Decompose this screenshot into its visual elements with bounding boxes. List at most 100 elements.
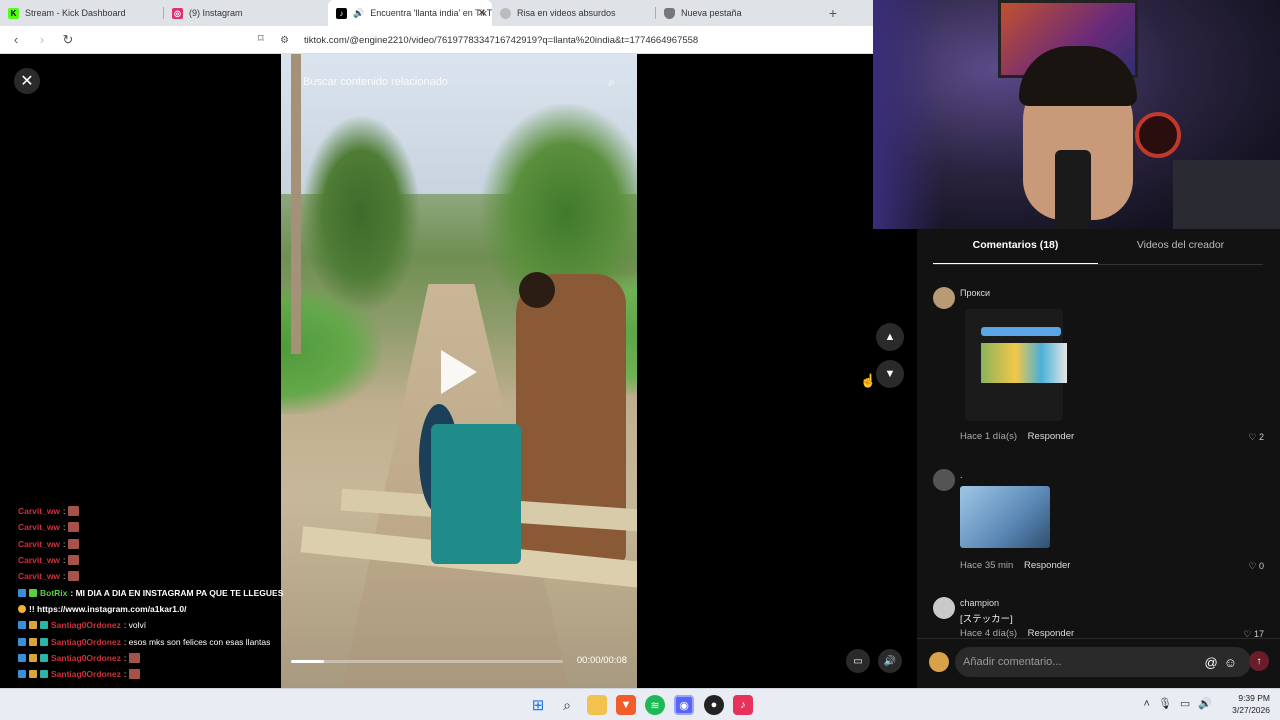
tab-risa[interactable]: Risa en videos absurdos: [492, 0, 656, 26]
comment-image[interactable]: [965, 309, 1067, 421]
address-bar[interactable]: ⚙ tiktok.com/@engine2210/video/761977833…: [280, 30, 873, 50]
comment-placeholder: Añadir comentario...: [963, 656, 1062, 668]
back-icon[interactable]: ‹: [6, 30, 26, 50]
file-explorer-icon[interactable]: [587, 695, 607, 715]
chat-badge-icon: [29, 588, 37, 597]
chat-badge-icon: [40, 670, 48, 679]
progress-fill: [291, 660, 324, 663]
comment-image[interactable]: [960, 486, 1050, 548]
tab-comments[interactable]: Comentarios (18): [933, 239, 1098, 265]
send-icon[interactable]: ↑: [1249, 651, 1269, 671]
avatar[interactable]: [933, 469, 955, 491]
close-video-button[interactable]: ✕: [14, 68, 40, 94]
video-frame: [519, 272, 555, 308]
chat-badge-icon: [18, 670, 26, 679]
like-count: 2: [1258, 432, 1264, 442]
comment-username[interactable]: champion: [960, 598, 999, 608]
browser-tabbar: K Stream - Kick Dashboard ◎ (9) Instagra…: [0, 0, 873, 26]
chat-text: : esos mks son felices con esas llantas: [123, 636, 271, 647]
site-settings-icon[interactable]: ⚙: [280, 35, 294, 46]
bookmark-icon[interactable]: ⌑: [258, 32, 264, 45]
chat-emote-icon: [68, 522, 80, 533]
chat-username[interactable]: Santiag0Ordonez: [51, 620, 121, 630]
tab-instagram[interactable]: ◎ (9) Instagram: [164, 0, 328, 26]
windows-start-icon[interactable]: ⊞: [528, 695, 548, 715]
chat-message: Santiag0Ordonez:: [18, 666, 284, 682]
comment-input[interactable]: Añadir comentario... @☺: [955, 647, 1251, 677]
reply-link[interactable]: Responder: [1024, 560, 1070, 571]
chat-username[interactable]: Carvit_ww: [18, 555, 60, 565]
add-comment-bar: Añadir comentario... @☺ ↑: [917, 638, 1280, 688]
tab-label: Nueva pestaña: [681, 8, 742, 18]
webcam-frame: [873, 0, 943, 229]
webcam-frame: [1055, 150, 1091, 229]
clock-date: 3/27/2026: [1232, 705, 1270, 715]
close-tab-icon[interactable]: ✕: [478, 8, 486, 19]
mention-emoji-icons[interactable]: @☺: [1205, 655, 1243, 670]
chat-message: Carvit_ww:: [18, 519, 284, 535]
reload-icon[interactable]: ↻: [58, 30, 78, 50]
chat-text: :: [63, 506, 66, 517]
brave-browser-icon[interactable]: ▼: [616, 695, 636, 715]
clock[interactable]: 9:39 PM 3/27/2026: [1232, 692, 1270, 716]
chat-text: :: [63, 522, 66, 533]
tab-label: Risa en videos absurdos: [517, 8, 616, 18]
chat-username[interactable]: Carvit_ww: [18, 571, 60, 581]
chat-username[interactable]: Carvit_ww: [18, 506, 60, 516]
chat-message: BotRix: MI DIA A DIA EN INSTAGRAM PA QUE…: [18, 584, 284, 600]
chat-username[interactable]: Santiag0Ordonez: [51, 637, 121, 647]
like-count: 0: [1258, 561, 1264, 571]
tab-tiktok[interactable]: ♪ 🔊 Encuentra 'llanta india' en TikT ✕: [328, 0, 492, 26]
play-icon[interactable]: [441, 350, 477, 394]
screen: K Stream - Kick Dashboard ◎ (9) Instagra…: [0, 0, 1280, 720]
comment-username[interactable]: Прокси: [960, 288, 990, 298]
avatar[interactable]: [929, 652, 949, 672]
comments-panel: Comentarios (18) Videos del creador Прок…: [917, 229, 1280, 688]
image-content: [981, 327, 1061, 336]
previous-video-button[interactable]: ▲: [876, 323, 904, 351]
like-button[interactable]: ♡ 0: [1248, 561, 1264, 572]
chat-username[interactable]: Santiag0Ordonez: [51, 669, 121, 679]
comment-username[interactable]: .: [960, 470, 963, 480]
tab-nueva[interactable]: Nueva pestaña: [656, 0, 820, 26]
chat-message: Carvit_ww:: [18, 552, 284, 568]
obs-icon[interactable]: ●: [704, 695, 724, 715]
chat-emote-icon: [68, 571, 80, 582]
next-video-button[interactable]: ▼: [876, 360, 904, 388]
instagram-icon: ◎: [172, 7, 183, 19]
comment-meta: Hace 35 min Responder: [960, 560, 1070, 571]
search-icon[interactable]: ⌕: [557, 695, 577, 715]
tab-creator-videos[interactable]: Videos del creador: [1098, 239, 1263, 265]
comment-item: . Hace 35 min Responder ♡ 0: [933, 469, 1268, 579]
new-tab-button[interactable]: +: [820, 5, 846, 21]
forward-icon[interactable]: ›: [32, 30, 52, 50]
tiktok-app-icon[interactable]: ♪: [733, 695, 753, 715]
chat-username[interactable]: Santiag0Ordonez: [51, 653, 121, 663]
taskbar: ⊞ ⌕ ▼ ≋ ◉ ● ♪ ˄🎙▭🔊 9:39 PM 3/27/2026: [0, 688, 1280, 720]
spotify-icon[interactable]: ≋: [645, 695, 665, 715]
search-icon[interactable]: ⌕: [608, 75, 615, 90]
chat-emote-icon: [68, 538, 80, 549]
video-player[interactable]: Buscar contenido relacionado ⌕ 00:00/00:…: [281, 54, 637, 688]
speaker-icon: 🔊: [353, 7, 365, 18]
chat-emote-icon: [129, 652, 141, 663]
chat-text: : MI DIA A DIA EN INSTAGRAM PA QUE TE LL…: [70, 587, 284, 598]
chat-username[interactable]: Carvit_ww: [18, 539, 60, 549]
tab-kick[interactable]: K Stream - Kick Dashboard: [0, 0, 164, 26]
chat-badge-icon: [29, 637, 37, 646]
chat-username[interactable]: BotRix: [40, 588, 67, 598]
video-search-bar[interactable]: Buscar contenido relacionado ⌕: [293, 68, 625, 96]
volume-icon[interactable]: 🔊: [878, 649, 902, 673]
search-placeholder: Buscar contenido relacionado: [303, 76, 448, 88]
avatar[interactable]: [933, 287, 955, 309]
browser-toolbar: ‹ › ↻ ⌑ ⚙ tiktok.com/@engine2210/video/7…: [0, 26, 873, 54]
system-tray[interactable]: ˄🎙▭🔊: [1144, 697, 1220, 710]
mini-player-icon[interactable]: ▭: [846, 649, 870, 673]
reply-link[interactable]: Responder: [1028, 431, 1074, 442]
discord-icon[interactable]: ◉: [674, 695, 694, 715]
video-progress-bar[interactable]: [291, 660, 563, 663]
chat-text: :: [123, 669, 127, 680]
avatar[interactable]: [933, 597, 955, 619]
like-button[interactable]: ♡ 2: [1248, 432, 1264, 443]
chat-username[interactable]: Carvit_ww: [18, 522, 60, 532]
